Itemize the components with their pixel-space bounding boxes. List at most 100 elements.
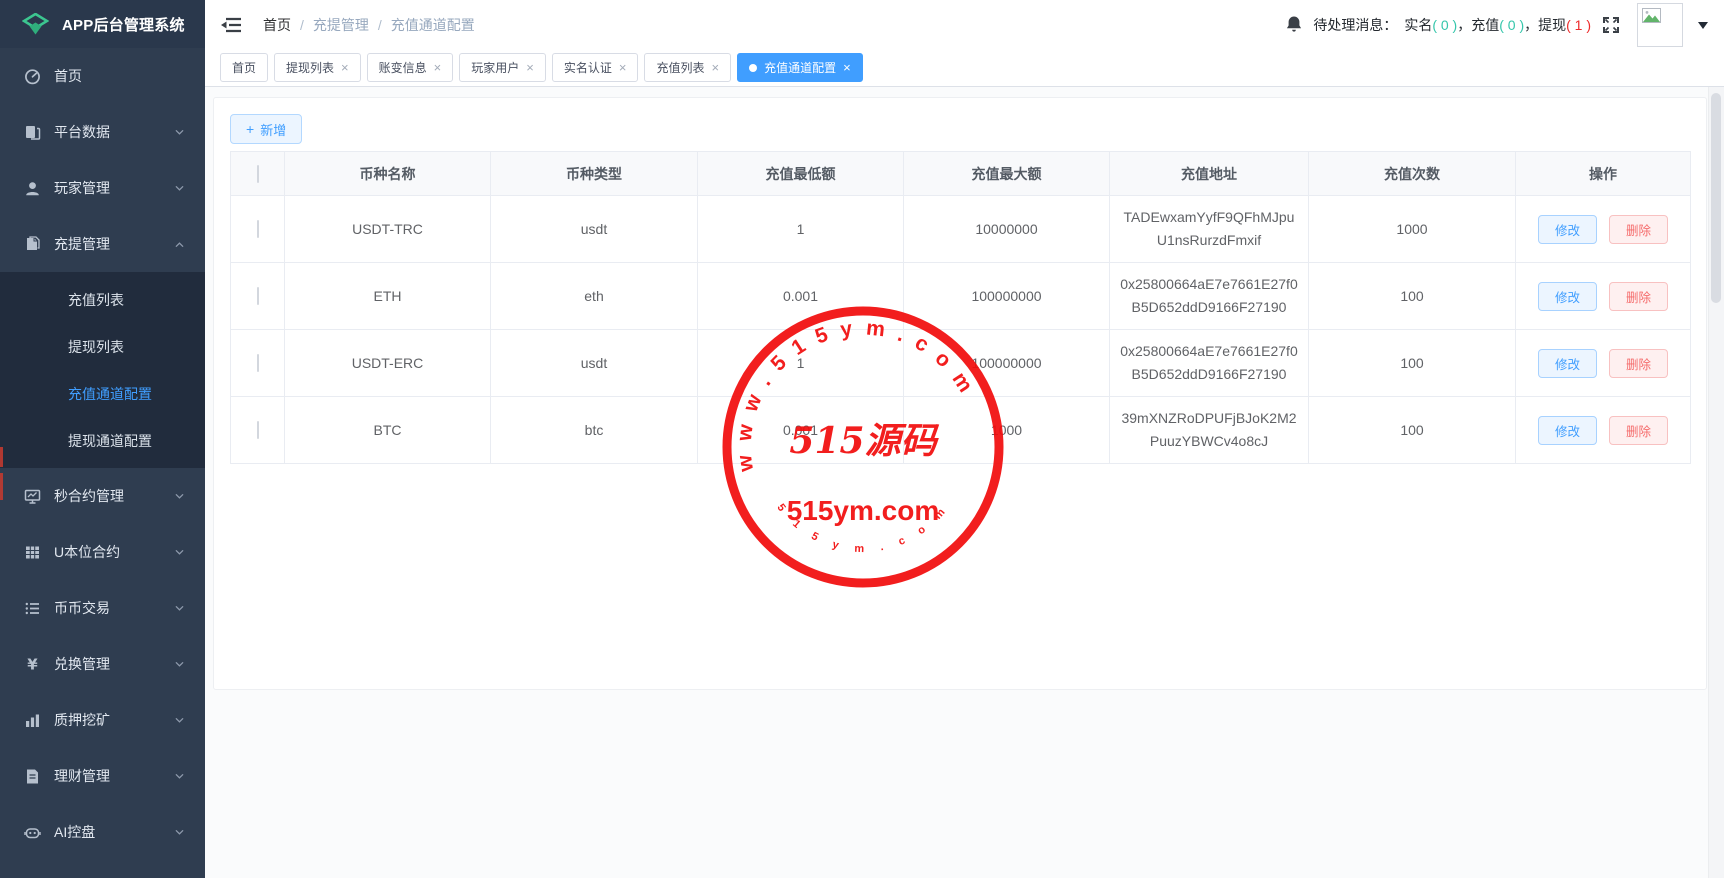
sidebar-item-staking[interactable]: 质押挖矿	[0, 692, 205, 748]
tab-close-icon[interactable]: ×	[434, 61, 442, 74]
delete-button[interactable]: 删除	[1609, 215, 1668, 244]
col-max-amount: 充值最大额	[904, 152, 1110, 196]
sidebar-item-label: 理财管理	[54, 766, 110, 786]
bell-icon[interactable]	[1285, 15, 1303, 34]
realname-label: 实名	[1404, 15, 1432, 35]
table-row: USDT-ERC usdt 1 100000000 0x25800664aE7e…	[231, 330, 1691, 397]
row-checkbox[interactable]	[257, 220, 259, 238]
tab-player-users[interactable]: 玩家用户×	[459, 53, 546, 82]
sidebar-item-coin-trade[interactable]: 币币交易	[0, 580, 205, 636]
app-logo[interactable]: APP后台管理系统	[0, 0, 205, 48]
grid-icon	[23, 543, 41, 561]
breadcrumb-separator: /	[300, 17, 304, 33]
tab-home[interactable]: 首页	[220, 53, 268, 82]
sidebar: APP后台管理系统 首页 平台数据 玩家管理	[0, 0, 205, 878]
breadcrumb: 首页 / 充提管理 / 充值通道配置	[263, 15, 475, 35]
breadcrumb-current: 充值通道配置	[391, 15, 475, 35]
sidebar-toggle-icon[interactable]	[221, 16, 243, 34]
monitor-chart-icon	[23, 487, 41, 505]
user-icon	[23, 179, 41, 197]
tab-withdraw-list[interactable]: 提现列表×	[274, 53, 361, 82]
avatar[interactable]	[1637, 3, 1683, 47]
cell-min-amount: 1	[698, 330, 904, 397]
edit-button[interactable]: 修改	[1538, 215, 1597, 244]
vertical-scrollbar-track	[1708, 87, 1724, 878]
tab-close-icon[interactable]: ×	[619, 61, 627, 74]
tab-recharge-list[interactable]: 充值列表×	[644, 53, 731, 82]
table-row: ETH eth 0.001 100000000 0x25800664aE7e76…	[231, 263, 1691, 330]
delete-button[interactable]: 删除	[1609, 349, 1668, 378]
sidebar-item-exchange[interactable]: ¥ 兑换管理	[0, 636, 205, 692]
submenu-item-withdraw-channel-config[interactable]: 提现通道配置	[0, 417, 205, 464]
cell-coin-name: USDT-TRC	[285, 196, 491, 263]
cell-coin-type: eth	[491, 263, 698, 330]
breadcrumb-deposit-withdraw[interactable]: 充提管理	[313, 15, 369, 35]
vertical-scrollbar-thumb[interactable]	[1711, 93, 1721, 303]
sidebar-item-label: 质押挖矿	[54, 710, 110, 730]
user-menu-caret-icon[interactable]	[1698, 22, 1708, 34]
cell-max-amount: 100000000	[904, 330, 1110, 397]
row-checkbox[interactable]	[257, 354, 259, 372]
submenu-item-label: 充值通道配置	[68, 384, 152, 404]
select-all-checkbox[interactable]	[257, 165, 259, 183]
tab-close-icon[interactable]: ×	[526, 61, 534, 74]
sidebar-submenu-deposit-withdraw: 充值列表 提现列表 充值通道配置 提现通道配置	[0, 272, 205, 468]
table-row: USDT-TRC usdt 1 10000000 TADEwxamYyfF9QF…	[231, 196, 1691, 263]
tab-label: 账变信息	[379, 59, 427, 76]
sidebar-item-platform-data[interactable]: 平台数据	[0, 104, 205, 160]
sidebar-item-home[interactable]: 首页	[0, 48, 205, 104]
edit-button[interactable]: 修改	[1538, 416, 1597, 445]
submenu-item-withdraw-list[interactable]: 提现列表	[0, 323, 205, 370]
sidebar-menu: 首页 平台数据 玩家管理 充提管理	[0, 48, 205, 860]
cell-count: 100	[1309, 397, 1516, 464]
sidebar-item-label: AI控盘	[54, 822, 95, 842]
col-actions: 操作	[1516, 152, 1691, 196]
submenu-item-recharge-channel-config[interactable]: 充值通道配置	[0, 370, 205, 417]
sidebar-item-second-contract[interactable]: 秒合约管理	[0, 468, 205, 524]
submenu-item-recharge-list[interactable]: 充值列表	[0, 276, 205, 323]
broken-image-icon	[1642, 8, 1661, 23]
sidebar-item-player-management[interactable]: 玩家管理	[0, 160, 205, 216]
breadcrumb-separator: /	[378, 17, 382, 33]
tab-close-icon[interactable]: ×	[843, 61, 851, 74]
fullscreen-icon[interactable]	[1602, 16, 1620, 34]
tab-account-changes[interactable]: 账变信息 ×	[367, 53, 454, 82]
cell-count: 100	[1309, 263, 1516, 330]
active-tab-dot	[749, 64, 757, 72]
chevron-down-icon	[174, 659, 185, 670]
sidebar-item-label: 秒合约管理	[54, 486, 124, 506]
sidebar-item-label: 兑换管理	[54, 654, 110, 674]
add-button[interactable]: + 新增	[230, 114, 302, 144]
sidebar-item-finance[interactable]: 理财管理	[0, 748, 205, 804]
svg-text:¥: ¥	[27, 656, 38, 673]
row-checkbox[interactable]	[257, 421, 259, 439]
tab-real-name-auth[interactable]: 实名认证 ×	[552, 53, 639, 82]
sidebar-item-deposit-withdraw[interactable]: 充提管理	[0, 216, 205, 272]
edit-button[interactable]: 修改	[1538, 349, 1597, 378]
edit-button[interactable]: 修改	[1538, 282, 1597, 311]
app-logo-icon	[22, 13, 49, 36]
row-checkbox[interactable]	[257, 287, 259, 305]
tab-close-icon[interactable]: ×	[711, 61, 719, 74]
cell-address: 0x25800664aE7e7661E27f0B5D652ddD9166F271…	[1110, 330, 1309, 397]
plus-icon: +	[246, 121, 254, 137]
delete-button[interactable]: 删除	[1609, 416, 1668, 445]
cell-min-amount: 0.001	[698, 263, 904, 330]
col-min-amount: 充值最低额	[698, 152, 904, 196]
topbar: 首页 / 充提管理 / 充值通道配置 待处理消息： 实名( 0 )， 充值( 0…	[205, 0, 1724, 49]
col-coin-type: 币种类型	[491, 152, 698, 196]
delete-button[interactable]: 删除	[1609, 282, 1668, 311]
cell-actions: 修改删除	[1516, 397, 1691, 464]
tab-close-icon[interactable]: ×	[341, 61, 349, 74]
tab-recharge-channel-config[interactable]: 充值通道配置×	[737, 53, 863, 82]
chevron-down-icon	[174, 827, 185, 838]
cell-coin-type: usdt	[491, 196, 698, 263]
sidebar-item-u-contract[interactable]: U本位合约	[0, 524, 205, 580]
cell-coin-name: USDT-ERC	[285, 330, 491, 397]
realname-count: ( 0 )	[1432, 17, 1457, 33]
tab-label: 实名认证	[564, 59, 612, 76]
sidebar-item-ai-control[interactable]: AI控盘	[0, 804, 205, 860]
cell-address: 39mXNZRoDPUFjBJoK2M2PuuzYBWCv4o8cJ	[1110, 397, 1309, 464]
breadcrumb-home[interactable]: 首页	[263, 15, 291, 35]
sidebar-scroll-marker	[0, 473, 3, 500]
